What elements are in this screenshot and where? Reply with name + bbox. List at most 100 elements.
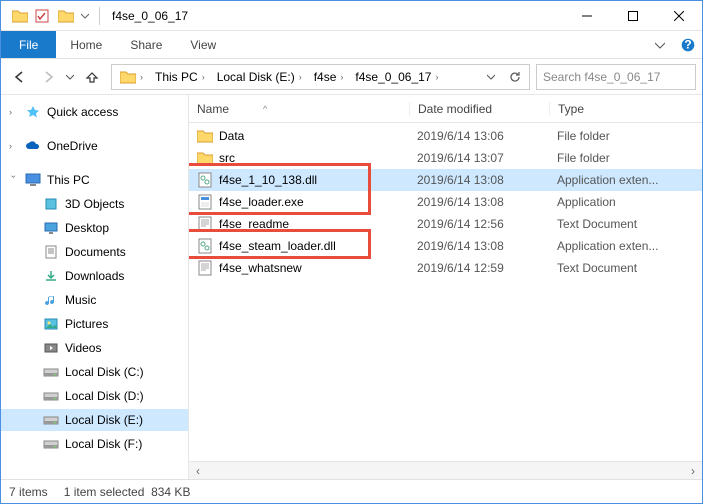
- chevron-right-icon[interactable]: ›: [9, 141, 19, 151]
- file-name: Data: [219, 129, 244, 143]
- header-type[interactable]: Type: [549, 102, 702, 116]
- header-name[interactable]: Name^: [189, 102, 409, 116]
- file-date: 2019/6/14 13:08: [409, 173, 549, 187]
- sidebar-item-label: Documents: [65, 245, 126, 259]
- file-type: Text Document: [549, 217, 702, 231]
- chevron-right-icon[interactable]: ›: [9, 107, 19, 117]
- search-input[interactable]: Search f4se_0_06_17: [536, 64, 696, 90]
- breadcrumb-folder1[interactable]: f4se›: [308, 70, 350, 84]
- pc-icon: [25, 172, 41, 188]
- column-headers: Name^ Date modified Type: [189, 95, 702, 123]
- file-type: File folder: [549, 151, 702, 165]
- scroll-right-icon[interactable]: ›: [684, 464, 702, 478]
- item-icon: [43, 292, 59, 308]
- file-name: f4se_steam_loader.dll: [219, 239, 336, 253]
- address-dropdown[interactable]: [479, 65, 503, 89]
- sidebar-item-3d-objects[interactable]: 3D Objects: [1, 193, 188, 215]
- new-folder-icon[interactable]: [55, 5, 77, 27]
- file-date: 2019/6/14 12:59: [409, 261, 549, 275]
- file-row[interactable]: f4se_loader.exe2019/6/14 13:08Applicatio…: [189, 191, 702, 213]
- file-row[interactable]: f4se_steam_loader.dll 2019/6/14 13:08Appl…: [189, 235, 702, 257]
- star-icon: [25, 104, 41, 120]
- chevron-down-icon[interactable]: ›: [9, 175, 19, 185]
- svg-text:?: ?: [684, 38, 691, 52]
- breadcrumb-folder2[interactable]: f4se_0_06_17›: [349, 70, 444, 84]
- sidebar-item-music[interactable]: Music: [1, 289, 188, 311]
- folder-icon: [197, 128, 213, 144]
- status-selected: 1 item selected 834 KB: [64, 485, 191, 499]
- scroll-left-icon[interactable]: ‹: [189, 464, 207, 478]
- file-list[interactable]: Data2019/6/14 13:06File folder src 2019/6/…: [189, 123, 702, 461]
- folder-icon: [11, 7, 29, 25]
- sidebar-item-local-disk-f-[interactable]: Local Disk (F:): [1, 433, 188, 455]
- item-icon: [43, 316, 59, 332]
- item-icon: [43, 436, 59, 452]
- tab-home[interactable]: Home: [56, 31, 116, 58]
- maximize-button[interactable]: [610, 1, 656, 31]
- file-type: File folder: [549, 129, 702, 143]
- file-type: Application exten...: [549, 239, 702, 253]
- file-row[interactable]: Data2019/6/14 13:06File folder: [189, 125, 702, 147]
- file-name: f4se_1_10_138.dll: [219, 173, 317, 187]
- sidebar-item-label: Videos: [65, 341, 101, 355]
- item-icon: [43, 268, 59, 284]
- file-type: Application exten...: [549, 173, 702, 187]
- item-icon: [43, 196, 59, 212]
- item-icon: [43, 220, 59, 236]
- sidebar-item-label: Local Disk (E:): [65, 413, 143, 427]
- sidebar-item-desktop[interactable]: Desktop: [1, 217, 188, 239]
- properties-icon[interactable]: [31, 5, 53, 27]
- recent-dropdown[interactable]: [63, 64, 77, 90]
- expand-ribbon-button[interactable]: [646, 31, 674, 58]
- header-date[interactable]: Date modified: [409, 102, 549, 116]
- back-button[interactable]: [7, 64, 33, 90]
- window-title: f4se_0_06_17: [104, 9, 564, 23]
- sidebar-item-label: 3D Objects: [65, 197, 124, 211]
- file-type: Application: [549, 195, 702, 209]
- status-bar: 7 items 1 item selected 834 KB: [1, 479, 702, 503]
- sidebar-item-onedrive[interactable]: › OneDrive: [1, 135, 188, 157]
- close-button[interactable]: [656, 1, 702, 31]
- item-icon: [43, 364, 59, 380]
- file-row[interactable]: f4se_readme 2019/6/14 12:56Text Document: [189, 213, 702, 235]
- sidebar-item-local-disk-e-[interactable]: Local Disk (E:): [1, 409, 188, 431]
- sidebar-item-local-disk-c-[interactable]: Local Disk (C:): [1, 361, 188, 383]
- file-name: f4se_readme: [219, 217, 289, 231]
- tab-view[interactable]: View: [176, 31, 230, 58]
- file-date: 2019/6/14 13:08: [409, 239, 549, 253]
- dropdown-icon[interactable]: [79, 5, 91, 27]
- file-date: 2019/6/14 13:07: [409, 151, 549, 165]
- item-icon: [43, 244, 59, 260]
- address-bar[interactable]: › This PC› Local Disk (E:)› f4se› f4se_0…: [111, 64, 530, 90]
- up-button[interactable]: [79, 64, 105, 90]
- ribbon: File Home Share View ?: [1, 31, 702, 59]
- status-count: 7 items: [9, 485, 48, 499]
- file-tab[interactable]: File: [1, 31, 56, 58]
- minimize-button[interactable]: [564, 1, 610, 31]
- quick-access-toolbar: [1, 5, 95, 27]
- refresh-button[interactable]: [503, 65, 527, 89]
- sidebar-item-downloads[interactable]: Downloads: [1, 265, 188, 287]
- sidebar-item-videos[interactable]: Videos: [1, 337, 188, 359]
- sidebar-item-local-disk-d-[interactable]: Local Disk (D:): [1, 385, 188, 407]
- tab-share[interactable]: Share: [116, 31, 176, 58]
- sidebar-item-documents[interactable]: Documents: [1, 241, 188, 263]
- dll-icon: [197, 172, 213, 188]
- horizontal-scrollbar[interactable]: ‹ ›: [189, 461, 702, 479]
- sidebar-item-label: Local Disk (C:): [65, 365, 144, 379]
- file-row[interactable]: src 2019/6/14 13:07File folder: [189, 147, 702, 169]
- forward-button[interactable]: [35, 64, 61, 90]
- file-row[interactable]: f4se_whatsnew2019/6/14 12:59Text Documen…: [189, 257, 702, 279]
- breadcrumb-drive[interactable]: Local Disk (E:)›: [211, 70, 308, 84]
- sidebar-item-quickaccess[interactable]: › Quick access: [1, 101, 188, 123]
- file-name: src: [219, 151, 235, 165]
- help-button[interactable]: ?: [674, 31, 702, 58]
- sidebar-item-pictures[interactable]: Pictures: [1, 313, 188, 335]
- file-row[interactable]: f4se_1_10_138.dll 2019/6/14 13:08Applicat…: [189, 169, 702, 191]
- breadcrumb-thispc[interactable]: This PC›: [149, 70, 211, 84]
- item-icon: [43, 412, 59, 428]
- sidebar-item-thispc[interactable]: › This PC: [1, 169, 188, 191]
- file-date: 2019/6/14 12:56: [409, 217, 549, 231]
- folder-icon: ›: [114, 70, 149, 84]
- item-icon: [43, 388, 59, 404]
